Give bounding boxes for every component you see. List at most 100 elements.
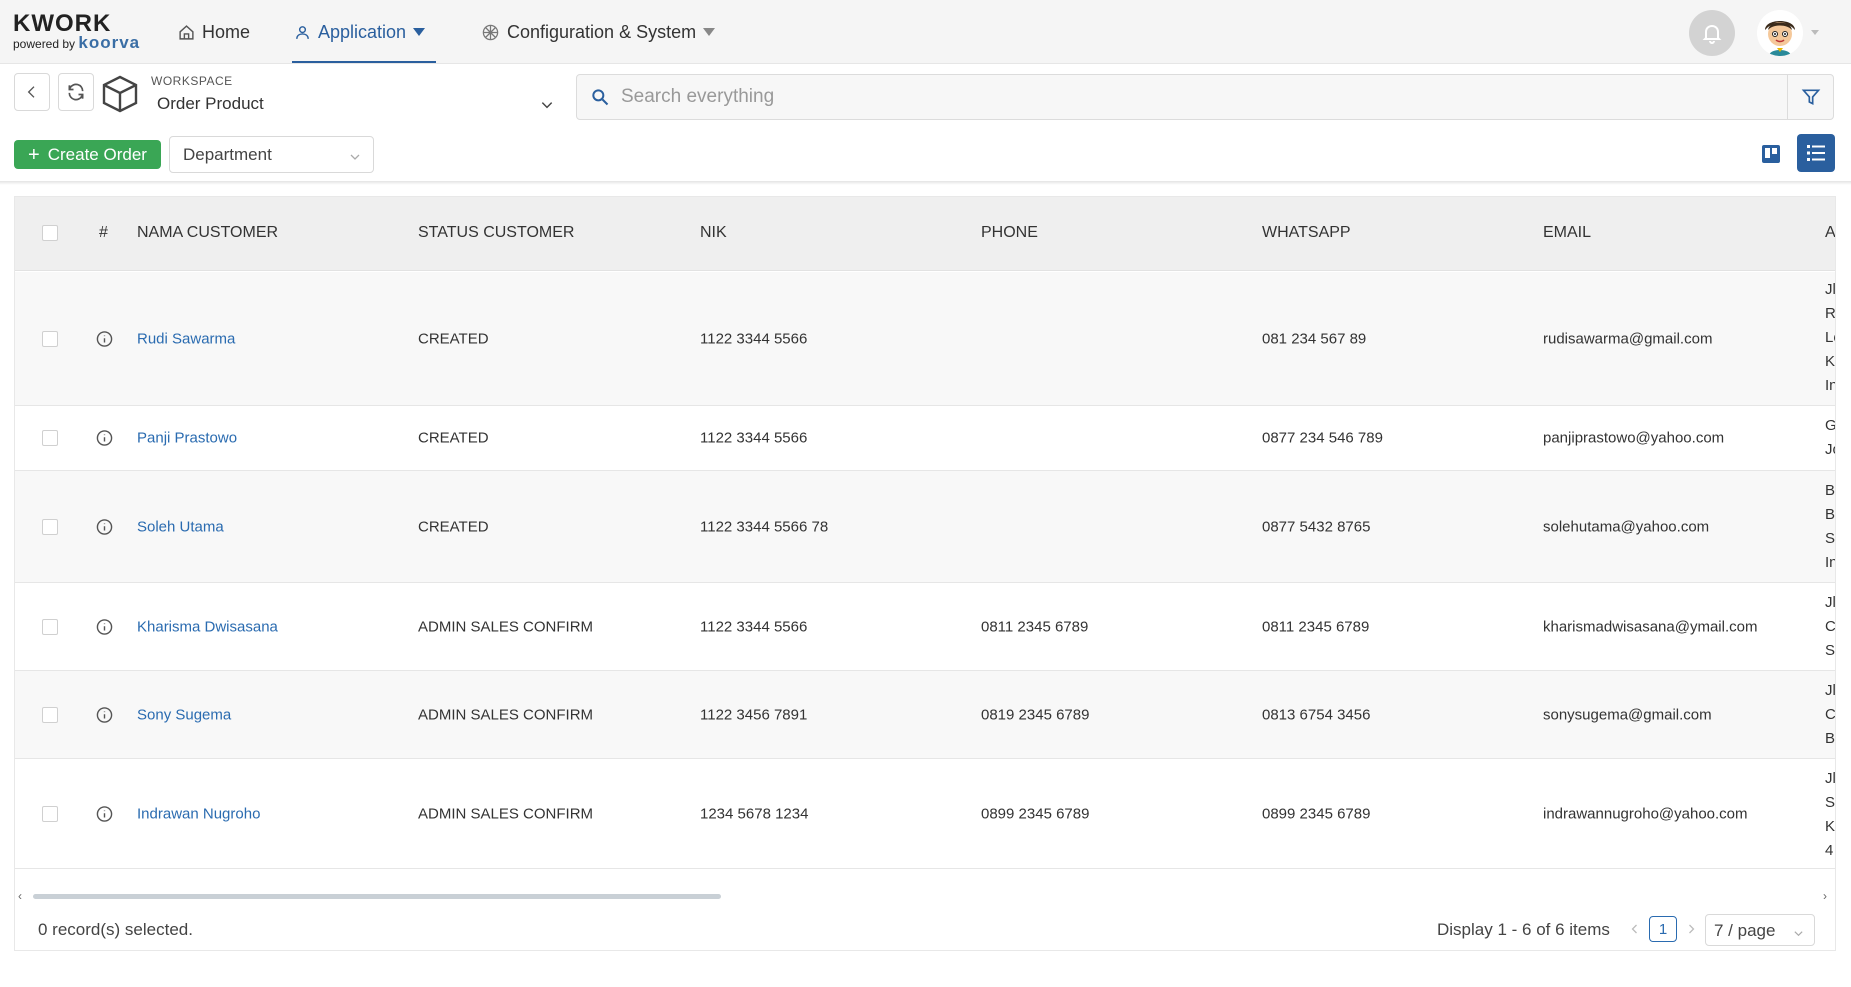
customer-name-link[interactable]: Kharisma Dwisasana bbox=[137, 619, 278, 636]
row-checkbox[interactable] bbox=[42, 619, 58, 635]
whatsapp-cell: 0813 6754 3456 bbox=[1262, 706, 1371, 724]
toolbar-divider bbox=[0, 181, 1851, 185]
back-button[interactable] bbox=[14, 73, 50, 111]
logo[interactable]: KWORK powered by koorva bbox=[13, 12, 140, 52]
header-address[interactable]: A bbox=[1825, 224, 1835, 242]
header-whatsapp[interactable]: WHATSAPP bbox=[1262, 224, 1351, 242]
header-email[interactable]: EMAIL bbox=[1543, 224, 1591, 242]
page-size-label: 7 / page bbox=[1714, 921, 1776, 940]
row-checkbox[interactable] bbox=[42, 707, 58, 723]
customer-name-link[interactable]: Panji Prastowo bbox=[137, 430, 237, 447]
nav-configuration[interactable]: Configuration & System bbox=[481, 18, 716, 46]
address-line: Se bbox=[1825, 642, 1836, 659]
pagination-summary: Display 1 - 6 of 6 items bbox=[1437, 920, 1610, 939]
address-line: Jo bbox=[1825, 441, 1835, 458]
system-icon bbox=[482, 24, 499, 40]
address-line: In bbox=[1825, 554, 1835, 571]
email-cell: solehutama@yahoo.com bbox=[1543, 518, 1710, 536]
logo-powered-by: powered by bbox=[13, 37, 76, 51]
select-all-checkbox[interactable] bbox=[42, 225, 58, 241]
info-icon[interactable] bbox=[96, 331, 113, 348]
address-line: Jl bbox=[1825, 770, 1836, 787]
next-page-icon[interactable] bbox=[1685, 922, 1697, 936]
address-line: C bbox=[1825, 618, 1836, 635]
chevron-down-icon[interactable] bbox=[540, 98, 554, 112]
whatsapp-cell: 081 234 567 89 bbox=[1262, 330, 1367, 348]
nav-application[interactable]: Application bbox=[294, 18, 426, 46]
avatar-chevron-icon[interactable] bbox=[1811, 30, 1819, 35]
address-cell: B B Se In bbox=[1825, 479, 1836, 575]
horizontal-scrollbar[interactable]: ‹ › bbox=[15, 887, 1835, 905]
logo-sub-text: powered by koorva bbox=[13, 34, 140, 51]
status-cell: ADMIN SALES CONFIRM bbox=[418, 805, 594, 823]
status-cell: CREATED bbox=[418, 429, 489, 447]
nav-home[interactable]: Home bbox=[178, 18, 250, 46]
address-line: Jl bbox=[1825, 594, 1836, 611]
row-checkbox[interactable] bbox=[42, 806, 58, 822]
department-label: Department bbox=[183, 145, 272, 164]
row-checkbox[interactable] bbox=[42, 430, 58, 446]
list-view-button[interactable] bbox=[1797, 134, 1835, 172]
address-cell: Jl C B bbox=[1825, 679, 1835, 751]
header-nama-customer[interactable]: NAMA CUSTOMER bbox=[137, 224, 278, 242]
phone-cell: 0811 2345 6789 bbox=[981, 618, 1089, 636]
home-icon bbox=[179, 24, 194, 40]
address-line: Lo bbox=[1825, 329, 1835, 346]
nik-cell: 1234 5678 1234 bbox=[700, 805, 809, 823]
address-line: Sl bbox=[1825, 794, 1836, 811]
address-cell: Jl Sl Ka 4 bbox=[1825, 767, 1836, 863]
whatsapp-cell: 0877 234 546 789 bbox=[1262, 429, 1383, 447]
nav-home-label: Home bbox=[202, 21, 251, 42]
row-checkbox[interactable] bbox=[42, 519, 58, 535]
table-row[interactable]: Sony Sugema ADMIN SALES CONFIRM 1122 345… bbox=[15, 671, 1835, 759]
header-nik[interactable]: NIK bbox=[700, 224, 727, 242]
info-icon[interactable] bbox=[96, 519, 113, 536]
create-order-button[interactable]: + Create Order bbox=[14, 140, 161, 169]
address-line: Jl bbox=[1825, 281, 1836, 298]
address-line: B bbox=[1825, 482, 1836, 499]
table-row[interactable]: Kharisma Dwisasana ADMIN SALES CONFIRM 1… bbox=[15, 583, 1836, 671]
filter-button[interactable] bbox=[1787, 75, 1833, 119]
department-select[interactable]: Department bbox=[169, 136, 374, 173]
email-cell: kharismadwisasana@ymail.com bbox=[1543, 618, 1758, 636]
address-cell: Jl R Lo K In bbox=[1825, 278, 1836, 398]
info-icon[interactable] bbox=[96, 707, 113, 724]
row-checkbox[interactable] bbox=[42, 331, 58, 347]
list-view-icon bbox=[1807, 145, 1825, 161]
table-row[interactable]: Soleh Utama CREATED 1122 3344 5566 78 08… bbox=[15, 471, 1836, 583]
customer-name-link[interactable]: Indrawan Nugroho bbox=[137, 806, 260, 823]
nik-cell: 1122 3344 5566 bbox=[700, 429, 808, 447]
refresh-icon bbox=[68, 83, 84, 101]
header-status-customer[interactable]: STATUS CUSTOMER bbox=[418, 224, 574, 242]
nav-configuration-label: Configuration & System bbox=[507, 21, 697, 42]
scroll-right-icon[interactable]: › bbox=[1823, 889, 1827, 903]
table-row[interactable]: Indrawan Nugroho ADMIN SALES CONFIRM 123… bbox=[15, 759, 1836, 869]
search-input[interactable] bbox=[621, 81, 1721, 113]
info-icon[interactable] bbox=[96, 430, 113, 447]
nav-active-indicator bbox=[292, 61, 436, 63]
workspace-select[interactable]: Order Product bbox=[157, 94, 264, 114]
info-icon[interactable] bbox=[96, 806, 113, 823]
page-size-select[interactable]: 7 / page bbox=[1705, 914, 1815, 946]
address-line: In bbox=[1825, 377, 1835, 394]
phone-cell: 0899 2345 6789 bbox=[981, 805, 1090, 823]
refresh-button[interactable] bbox=[58, 73, 94, 111]
board-view-button[interactable] bbox=[1754, 137, 1788, 171]
customer-name-link[interactable]: Sony Sugema bbox=[137, 707, 231, 724]
avatar[interactable] bbox=[1757, 10, 1803, 56]
customer-name-link[interactable]: Rudi Sawarma bbox=[137, 331, 235, 348]
whatsapp-cell: 0899 2345 6789 bbox=[1262, 805, 1371, 823]
customer-name-link[interactable]: Soleh Utama bbox=[137, 519, 224, 536]
scrollbar-thumb[interactable] bbox=[33, 894, 721, 899]
create-order-label: Create Order bbox=[47, 144, 147, 164]
info-icon[interactable] bbox=[96, 619, 113, 636]
email-cell: sonysugema@gmail.com bbox=[1543, 706, 1712, 724]
scroll-left-icon[interactable]: ‹ bbox=[18, 889, 22, 903]
table-row[interactable]: Panji Prastowo CREATED 1122 3344 5566 08… bbox=[15, 406, 1835, 471]
table-row[interactable]: Rudi Sawarma CREATED 1122 3344 5566 081 … bbox=[15, 272, 1836, 406]
table-footer: 0 record(s) selected. Display 1 - 6 of 6… bbox=[15, 909, 1835, 950]
page-number-button[interactable]: 1 bbox=[1649, 916, 1677, 942]
notification-button[interactable] bbox=[1689, 10, 1735, 56]
header-phone[interactable]: PHONE bbox=[981, 224, 1038, 242]
prev-page-icon[interactable] bbox=[1629, 922, 1641, 936]
